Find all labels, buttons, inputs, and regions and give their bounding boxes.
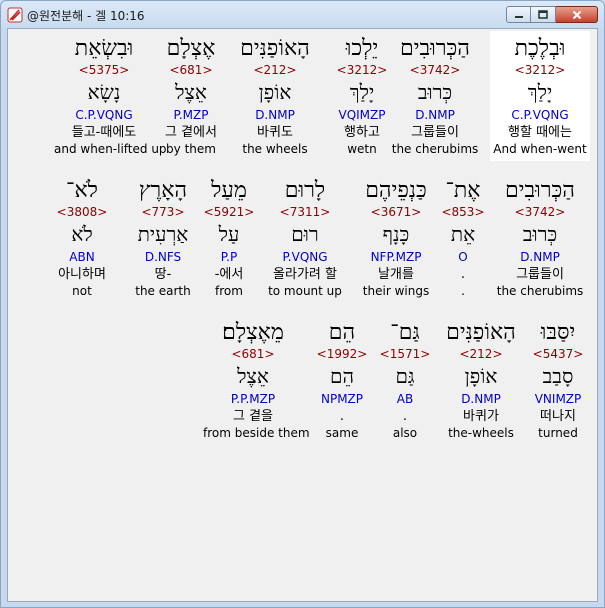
english-gloss: and when-lifted up xyxy=(54,142,167,156)
english-gloss: from beside them xyxy=(203,426,310,440)
close-icon xyxy=(572,10,581,19)
english-gloss: And when-went xyxy=(493,142,587,156)
strong-number[interactable]: <1992> xyxy=(292,347,392,363)
strong-number[interactable]: <3808> xyxy=(32,205,132,221)
lemma-word: לֹא xyxy=(71,222,93,246)
app-window: @원전분해 - 겔 10:16 וּבְלֶכֶת <3212> יָלַךְ C.P… xyxy=(0,0,605,608)
maximize-icon xyxy=(538,9,548,19)
close-button[interactable] xyxy=(556,6,598,23)
lemma-word: יָלַךְ xyxy=(349,80,375,104)
korean-gloss: 날개를 xyxy=(378,267,414,282)
lemma-word: אֵצֶל xyxy=(237,364,269,388)
korean-gloss: 행할 때에는 xyxy=(508,125,572,140)
app-icon[interactable] xyxy=(7,7,23,23)
english-gloss: wetn xyxy=(347,142,377,156)
korean-gloss: . xyxy=(339,409,345,424)
hebrew-word[interactable]: הֵם xyxy=(292,319,392,347)
interlinear-panel: וּבְלֶכֶת <3212> יָלַךְ C.P.VQNG 행할 때에는 And w… xyxy=(7,28,598,602)
strong-number[interactable]: <3212> xyxy=(312,63,412,79)
parsing-code: C.P.VQNG xyxy=(511,108,569,122)
korean-gloss: 행하고 xyxy=(344,125,380,140)
lemma-word: יָלַךְ xyxy=(527,80,553,104)
word-block[interactable]: כַּנְפֵיהֶם <3671> כָּנָף NFP.MZP 날개를 their w… xyxy=(346,173,446,303)
hebrew-word[interactable]: כַּנְפֵיהֶם xyxy=(346,177,446,205)
korean-gloss: 들고-때에도 xyxy=(71,125,137,140)
parsing-code: NFP.MZP xyxy=(370,250,422,264)
parsing-code: C.P.VQNG xyxy=(75,108,133,122)
word-block[interactable]: וּבִשְׂאֵת <5375> נָשָׂא C.P.VQNG 들고-때에도 and … xyxy=(54,31,167,161)
word-block[interactable]: מֵאֶצְלָם׃ <681> אֵצֶל P.P.MZP 그 곁을 from besi… xyxy=(203,315,310,445)
parsing-code: ABN xyxy=(69,250,95,264)
korean-gloss: 아니하며 xyxy=(58,267,106,282)
strong-number[interactable]: <681> xyxy=(203,347,303,363)
maximize-button[interactable] xyxy=(531,6,556,23)
title-bar[interactable]: @원전분해 - 겔 10:16 xyxy=(1,1,604,29)
lemma-word: כָּנָף xyxy=(382,222,410,246)
lemma-word: הֵם xyxy=(330,364,354,388)
korean-gloss: 그 곁에서 xyxy=(165,125,217,140)
hebrew-word[interactable]: אֶצְלָם xyxy=(141,35,241,63)
parsing-code: P.MZP xyxy=(173,108,209,122)
hebrew-word[interactable]: יֵלְכוּ xyxy=(312,35,412,63)
strong-number[interactable]: <681> xyxy=(141,63,241,79)
parsing-code: VQIMZP xyxy=(338,108,386,122)
strong-number[interactable]: <3671> xyxy=(346,205,446,221)
minimize-icon xyxy=(514,15,523,18)
lemma-word: אֵצֶל xyxy=(175,80,207,104)
lemma-word: נָשָׂא xyxy=(87,80,121,104)
hebrew-word[interactable]: וּבְלֶכֶת xyxy=(490,35,590,63)
parsing-code: P.P.MZP xyxy=(230,392,276,406)
parsing-code: NPMZP xyxy=(320,392,364,406)
strong-number[interactable]: <5375> xyxy=(54,63,154,79)
strong-number[interactable]: <3212> xyxy=(490,63,590,79)
english-gloss: not xyxy=(72,284,92,298)
hebrew-word[interactable]: לֹא־ xyxy=(32,177,132,205)
window-title: @원전분해 - 겔 10:16 xyxy=(27,9,145,23)
hebrew-word[interactable]: מֵאֶצְלָם׃ xyxy=(203,319,303,347)
minimize-button[interactable] xyxy=(506,6,531,23)
window-controls xyxy=(506,6,598,24)
word-block[interactable]: וּבְלֶכֶת <3212> יָלַךְ C.P.VQNG 행할 때에는 And w… xyxy=(490,31,590,161)
hebrew-word[interactable]: וּבִשְׂאֵת xyxy=(54,35,154,63)
word-block[interactable]: יֵלְכוּ <3212> יָלַךְ VQIMZP 행하고 wetn xyxy=(312,31,412,161)
word-block[interactable]: לֹא־ <3808> לֹא ABN 아니하며 not xyxy=(32,173,132,303)
korean-gloss: 그 곁을 xyxy=(232,409,273,424)
english-gloss: their wings xyxy=(362,284,430,298)
